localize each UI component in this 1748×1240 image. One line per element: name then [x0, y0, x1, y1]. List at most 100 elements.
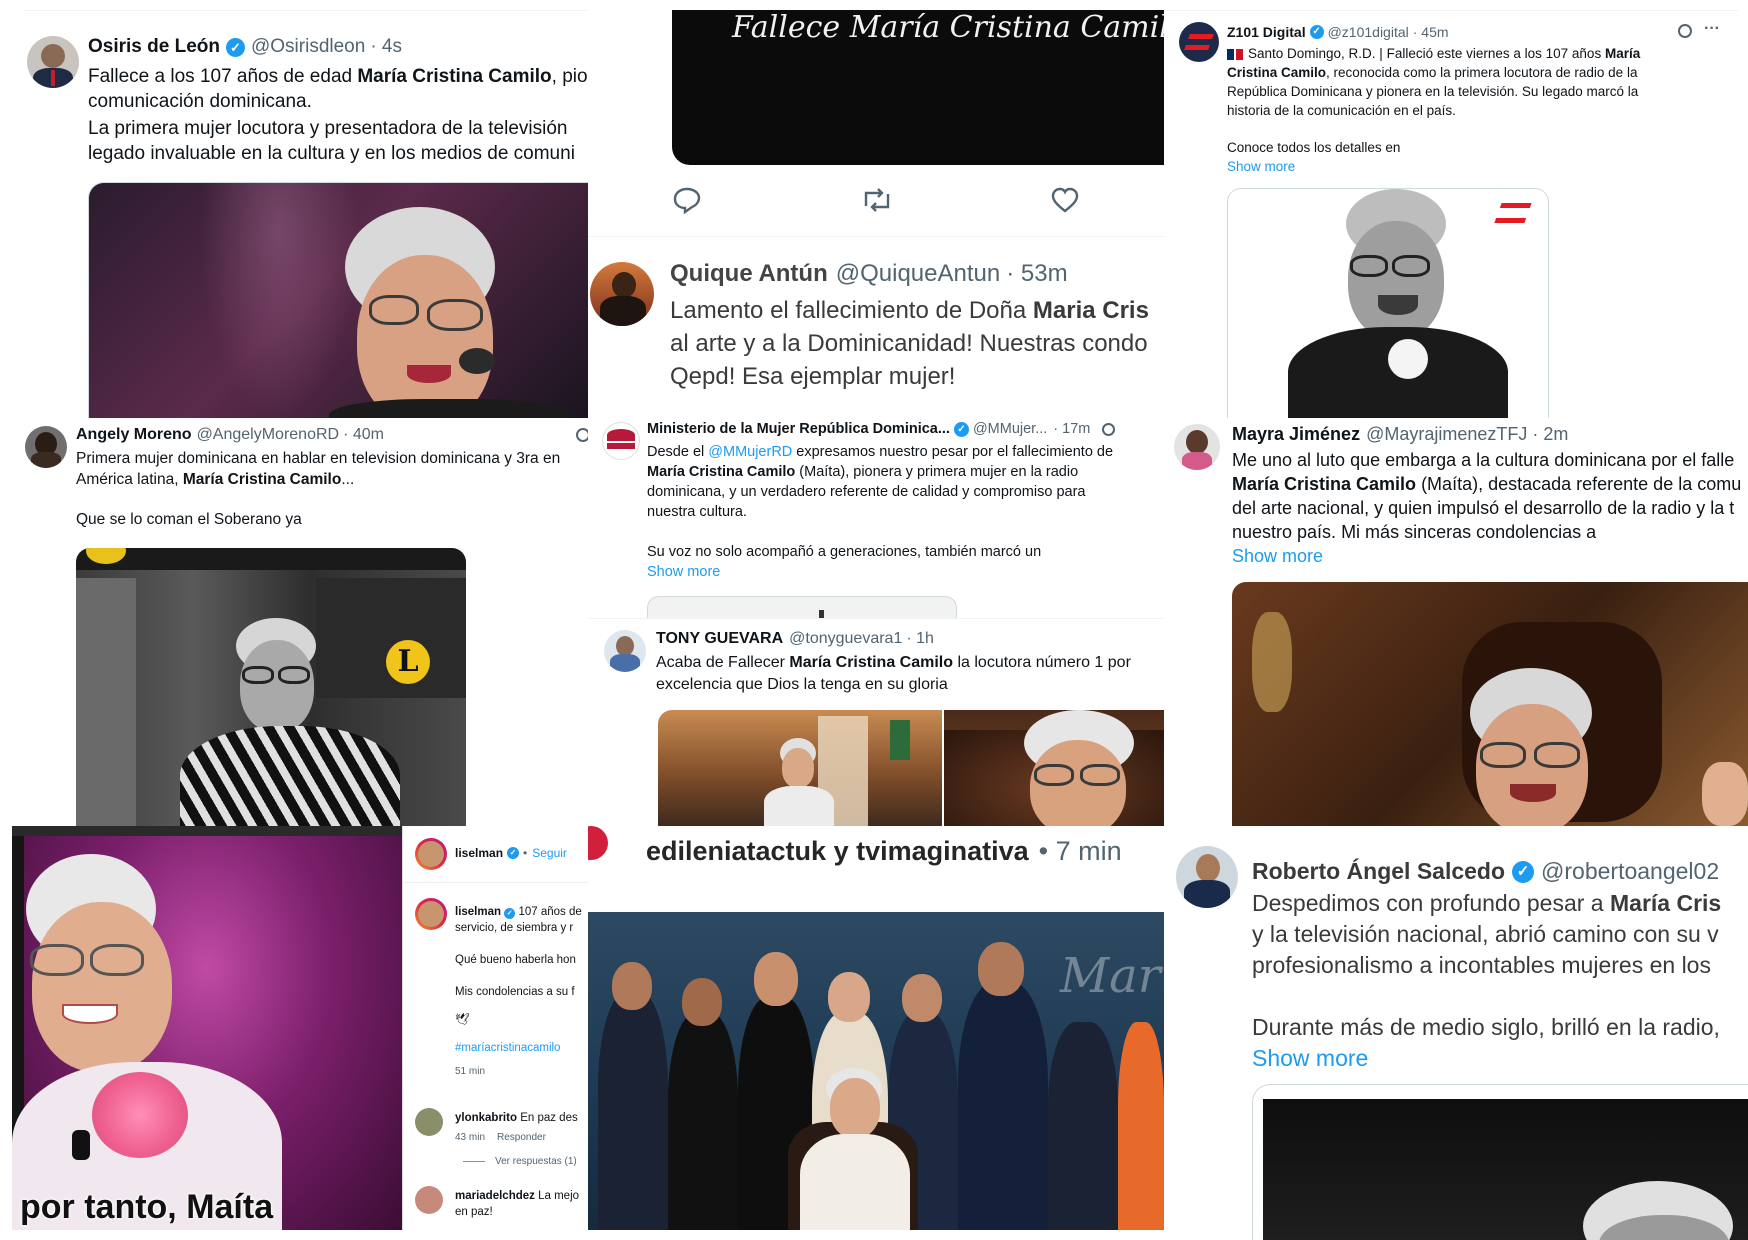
author-name[interactable]: Mayra Jiménez: [1232, 424, 1360, 445]
grok-icon[interactable]: [1678, 24, 1692, 38]
tweet-photo[interactable]: [1227, 188, 1549, 418]
author-name[interactable]: Roberto Ángel Salcedo: [1252, 858, 1505, 885]
divider: [403, 882, 588, 883]
avatar[interactable]: [602, 422, 640, 460]
timestamp[interactable]: · 45m: [1413, 24, 1449, 40]
text-line: 107 años de: [518, 906, 582, 918]
author-name[interactable]: Osiris de León: [88, 36, 220, 58]
post-photo[interactable]: María: [588, 912, 1164, 1230]
author-handle[interactable]: @robertoangel02: [1541, 858, 1719, 885]
avatar[interactable]: [1174, 424, 1220, 470]
collab-title[interactable]: edileniatactuk y tvimaginativa: [646, 836, 1029, 867]
tweet-photo[interactable]: [944, 710, 1164, 826]
author-name[interactable]: Quique Antún: [670, 260, 828, 288]
verified-badge-icon: ✓: [504, 908, 516, 919]
avatar[interactable]: [25, 426, 67, 468]
timestamp[interactable]: · 40m: [343, 426, 384, 444]
author-handle[interactable]: @Osirisdleon: [251, 36, 365, 58]
timestamp[interactable]: · 53m: [1006, 260, 1067, 288]
text-line: La primera mujer locutora y presentadora…: [88, 118, 568, 139]
video-frame[interactable]: Fallece María Cristina Camilo: [672, 10, 1164, 165]
z101-logo-icon: [1494, 203, 1532, 223]
text-line: Desde el: [647, 444, 709, 460]
text-line: , pio: [551, 66, 588, 87]
text-line: República Dominicana y pionera en la tel…: [1227, 84, 1639, 99]
text-line: Durante más de medio siglo, brilló en la…: [1252, 1014, 1720, 1040]
bold-name: María Cristina Camilo: [789, 654, 954, 671]
mention-link[interactable]: @MMujerRD: [708, 444, 792, 460]
avatar[interactable]: [415, 1108, 443, 1136]
author-name[interactable]: Z101 Digital: [1227, 24, 1306, 40]
tweet-photo[interactable]: [1232, 582, 1748, 826]
reply-button[interactable]: Responder: [497, 1132, 546, 1143]
retweet-icon[interactable]: [860, 186, 894, 219]
bold-name: María Cristina Camilo: [647, 464, 796, 480]
like-icon[interactable]: [1050, 186, 1080, 219]
avatar[interactable]: [604, 630, 646, 672]
text-line: del arte nacional, y quien impulsó el de…: [1232, 498, 1735, 518]
avatar[interactable]: [1176, 846, 1238, 908]
text-line: excelencia que Dios la tenga en su glori…: [656, 676, 948, 693]
tweet-osiris: Osiris de León ✓ @Osirisdleon · 4s Falle…: [0, 0, 588, 418]
timestamp[interactable]: · 17m: [1053, 421, 1090, 437]
tweet-angely: Angely Moreno @AngelyMorenoRD · 40m Prim…: [0, 418, 588, 826]
meme-caption: por tanto, Maíta: [20, 1188, 274, 1226]
author-handle[interactable]: @QuiqueAntun: [836, 260, 1000, 288]
author-handle[interactable]: @MayrajimenezTFJ: [1366, 424, 1527, 445]
text-line: , reconocida como la primera locutora de…: [1326, 65, 1638, 80]
text-line: La mejo: [538, 1190, 580, 1202]
follow-button[interactable]: Seguir: [532, 846, 567, 860]
avatar[interactable]: [415, 1186, 443, 1214]
author-handle[interactable]: @AngelyMorenoRD: [197, 426, 340, 444]
timestamp[interactable]: · 2m: [1532, 424, 1568, 445]
avatar[interactable]: [415, 898, 447, 930]
avatar[interactable]: [415, 838, 447, 870]
hashtag-link[interactable]: #maríacristinacamilo: [455, 1040, 582, 1056]
ig-username[interactable]: liselman: [455, 906, 501, 918]
more-options-icon[interactable]: ···: [1704, 20, 1720, 38]
ig-username[interactable]: mariadelchdez: [455, 1190, 535, 1202]
avatar[interactable]: [1179, 22, 1219, 62]
tweet-photo[interactable]: [658, 710, 942, 826]
view-replies-label: Ver respuestas (1): [495, 1156, 577, 1167]
bold-name: Maria Cris: [1032, 297, 1149, 324]
author-handle[interactable]: @z101digital: [1328, 24, 1409, 40]
show-more-link[interactable]: Show more: [1252, 1043, 1721, 1074]
tweet-text: Acaba de Fallecer María Cristina Camilo …: [656, 652, 1131, 696]
tweet-text: Fallece a los 107 años de edad María Cri…: [88, 64, 588, 166]
reply-icon[interactable]: [672, 186, 702, 219]
author-name[interactable]: Angely Moreno: [76, 426, 192, 444]
ig-username[interactable]: liselman: [455, 846, 503, 860]
tweet-photo[interactable]: [1252, 1084, 1748, 1240]
author-name[interactable]: Ministerio de la Mujer República Dominic…: [647, 421, 950, 437]
avatar[interactable]: [590, 262, 654, 326]
text-line: Primera mujer dominicana en hablar en te…: [76, 450, 561, 467]
backdrop-text: María: [1060, 948, 1164, 1004]
tweet-text: Despedimos con profundo pesar a María Cr…: [1252, 888, 1721, 1074]
avatar[interactable]: [27, 36, 79, 88]
author-name[interactable]: TONY GUEVARA: [656, 630, 783, 648]
show-more-link[interactable]: Show more: [1227, 157, 1640, 176]
timestamp[interactable]: · 1h: [906, 630, 934, 648]
tweet-text: Santo Domingo, R.D. | Falleció este vier…: [1227, 44, 1640, 176]
grok-icon[interactable]: [1102, 422, 1116, 436]
view-replies-button[interactable]: Ver respuestas (1): [463, 1156, 577, 1167]
author-handle[interactable]: @MMujer...: [973, 421, 1047, 437]
video-caption: Fallece María Cristina Camilo: [732, 10, 1164, 45]
grok-icon[interactable]: [576, 428, 588, 442]
post-photo[interactable]: por tanto, Maíta: [12, 826, 402, 1230]
bold-name: María Cristina Camilo: [182, 471, 342, 488]
divider: [1164, 10, 1738, 11]
text-line: expresamos nuestro pesar por el fallecim…: [792, 444, 1114, 460]
avatar[interactable]: [588, 826, 608, 860]
show-more-link[interactable]: Show more: [647, 562, 1113, 582]
ig-username[interactable]: ylonkabrito: [455, 1112, 517, 1124]
tweet-photo[interactable]: L: [76, 548, 466, 826]
tweet-photo[interactable]: [647, 596, 957, 618]
timestamp[interactable]: · 4s: [370, 36, 402, 58]
text-line: nuestra cultura.: [647, 504, 747, 520]
tweet-photo[interactable]: [88, 182, 588, 418]
author-handle[interactable]: @tonyguevara1: [789, 630, 902, 648]
show-more-link[interactable]: Show more: [1232, 544, 1741, 568]
text-line: Santo Domingo, R.D. | Falleció este vier…: [1248, 46, 1605, 61]
